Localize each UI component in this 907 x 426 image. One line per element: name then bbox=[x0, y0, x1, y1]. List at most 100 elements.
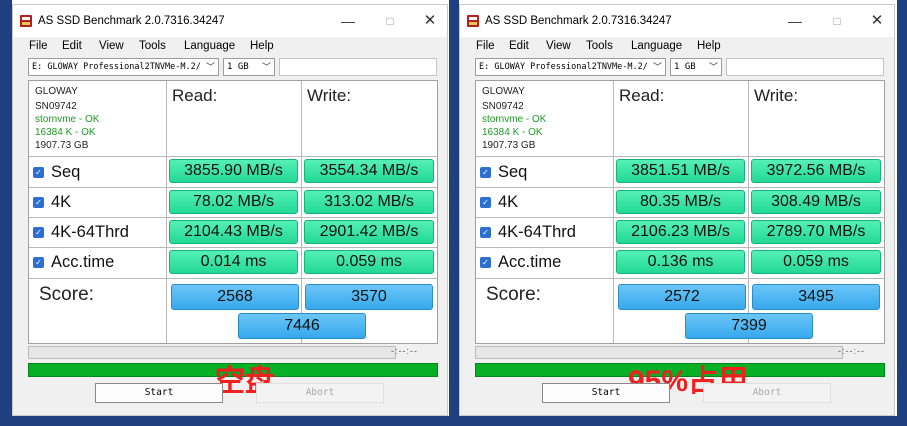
size-select[interactable]: 1 GB ﹀ bbox=[223, 58, 275, 76]
alignment-status: 16384 K - OK bbox=[35, 127, 96, 138]
window-title: AS SSD Benchmark 2.0.7316.34247 bbox=[38, 15, 225, 27]
row-label: Seq bbox=[51, 162, 81, 181]
row-seq[interactable]: ✓ Seq bbox=[480, 162, 527, 182]
checkbox-checked-icon[interactable]: ✓ bbox=[33, 256, 44, 268]
row-label: Acc.time bbox=[51, 252, 115, 271]
benchmark-window-95-percent: AS SSD Benchmark 2.0.7316.34247 — □ ✕ Fi… bbox=[459, 4, 895, 416]
acc-time-read-value: 0.136 ms bbox=[616, 250, 745, 274]
abort-button[interactable]: Abort bbox=[703, 383, 831, 403]
chevron-down-icon: ﹀ bbox=[261, 63, 271, 73]
size-select-value: 1 GB bbox=[227, 62, 249, 72]
size-select[interactable]: 1 GB ﹀ bbox=[670, 58, 722, 76]
drive-select[interactable]: E: GLOWAY Professional2TNVMe-M.2/ ﹀ bbox=[28, 58, 219, 76]
row-divider bbox=[29, 217, 437, 218]
abort-button[interactable]: Abort bbox=[256, 383, 384, 403]
row-divider bbox=[29, 247, 437, 248]
column-divider bbox=[748, 81, 749, 343]
menu-file[interactable]: File bbox=[29, 40, 48, 52]
desktop-strip-right bbox=[897, 0, 907, 426]
row-divider bbox=[476, 156, 884, 157]
chevron-down-icon: ﹀ bbox=[205, 63, 215, 73]
menu-help[interactable]: Help bbox=[250, 40, 274, 52]
menu-edit[interactable]: Edit bbox=[62, 40, 82, 52]
4k-read-value: 80.35 MB/s bbox=[616, 190, 745, 214]
row-acc-time[interactable]: ✓ Acc.time bbox=[33, 252, 114, 272]
column-divider bbox=[301, 81, 302, 343]
app-icon bbox=[467, 15, 479, 27]
start-button[interactable]: Start bbox=[542, 383, 670, 403]
seq-read-value: 3855.90 MB/s bbox=[169, 159, 298, 183]
4k-64thrd-write-value: 2901.42 MB/s bbox=[304, 220, 434, 244]
row-seq[interactable]: ✓ Seq bbox=[33, 162, 80, 182]
row-4k-64thrd[interactable]: ✓ 4K-64Thrd bbox=[480, 222, 576, 242]
row-divider bbox=[476, 187, 884, 188]
row-label: Seq bbox=[498, 162, 528, 181]
size-select-value: 1 GB bbox=[674, 62, 696, 72]
row-4k[interactable]: ✓ 4K bbox=[480, 192, 518, 212]
row-divider bbox=[476, 247, 884, 248]
drive-select[interactable]: E: GLOWAY Professional2TNVMe-M.2/ ﹀ bbox=[475, 58, 666, 76]
driver-status: stornvme - OK bbox=[482, 114, 547, 125]
title-bar[interactable]: AS SSD Benchmark 2.0.7316.34247 — □ ✕ bbox=[13, 5, 447, 37]
column-divider bbox=[166, 81, 167, 343]
checkbox-checked-icon[interactable]: ✓ bbox=[33, 166, 44, 178]
menu-help[interactable]: Help bbox=[697, 40, 721, 52]
checkbox-checked-icon[interactable]: ✓ bbox=[33, 196, 44, 208]
menu-language[interactable]: Language bbox=[631, 40, 682, 52]
start-button[interactable]: Start bbox=[95, 383, 223, 403]
score-write: 3570 bbox=[305, 284, 433, 310]
device-capacity: 1907.73 GB bbox=[35, 140, 89, 151]
column-divider bbox=[613, 81, 614, 343]
checkbox-checked-icon[interactable]: ✓ bbox=[480, 226, 491, 238]
path-field[interactable] bbox=[726, 58, 884, 76]
row-acc-time[interactable]: ✓ Acc.time bbox=[480, 252, 561, 272]
device-firmware: SN09742 bbox=[35, 101, 77, 112]
checkbox-checked-icon[interactable]: ✓ bbox=[480, 166, 491, 178]
row-4k-64thrd[interactable]: ✓ 4K-64Thrd bbox=[33, 222, 129, 242]
4k-64thrd-read-value: 2104.43 MB/s bbox=[169, 220, 298, 244]
results-panel: GLOWAY SN09742 stornvme - OK 16384 K - O… bbox=[475, 80, 885, 344]
write-column-header: Write: bbox=[754, 86, 799, 105]
4k-64thrd-write-value: 2789.70 MB/s bbox=[751, 220, 881, 244]
row-label: Acc.time bbox=[498, 252, 562, 271]
drive-select-value: E: GLOWAY Professional2TNVMe-M.2/ bbox=[479, 62, 648, 72]
menu-edit[interactable]: Edit bbox=[509, 40, 529, 52]
driver-status: stornvme - OK bbox=[35, 114, 100, 125]
menu-file[interactable]: File bbox=[476, 40, 495, 52]
menu-tools[interactable]: Tools bbox=[139, 40, 166, 52]
path-field[interactable] bbox=[279, 58, 437, 76]
chevron-down-icon: ﹀ bbox=[652, 63, 662, 73]
device-model: GLOWAY bbox=[482, 86, 525, 97]
elapsed-time: -:--:-- bbox=[391, 346, 418, 356]
row-label: 4K bbox=[498, 192, 519, 211]
checkbox-checked-icon[interactable]: ✓ bbox=[480, 256, 491, 268]
row-4k[interactable]: ✓ 4K bbox=[33, 192, 71, 212]
score-total: 7446 bbox=[238, 313, 366, 339]
minimize-icon[interactable]: — bbox=[335, 11, 361, 31]
menu-tools[interactable]: Tools bbox=[586, 40, 613, 52]
row-divider bbox=[476, 278, 884, 279]
minimize-icon[interactable]: — bbox=[782, 11, 808, 31]
menu-view[interactable]: View bbox=[546, 40, 571, 52]
acc-time-read-value: 0.014 ms bbox=[169, 250, 298, 274]
maximize-icon[interactable]: □ bbox=[377, 11, 403, 31]
maximize-icon[interactable]: □ bbox=[824, 11, 850, 31]
chevron-down-icon: ﹀ bbox=[708, 63, 718, 73]
results-panel: GLOWAY SN09742 stornvme - OK 16384 K - O… bbox=[28, 80, 438, 344]
menu-view[interactable]: View bbox=[99, 40, 124, 52]
row-divider bbox=[29, 156, 437, 157]
score-write: 3495 bbox=[752, 284, 880, 310]
row-label: 4K-64Thrd bbox=[498, 222, 576, 241]
title-bar[interactable]: AS SSD Benchmark 2.0.7316.34247 — □ ✕ bbox=[460, 5, 894, 37]
score-label: Score: bbox=[39, 284, 94, 305]
close-icon[interactable]: ✕ bbox=[417, 11, 443, 31]
close-icon[interactable]: ✕ bbox=[864, 11, 890, 31]
row-divider bbox=[29, 278, 437, 279]
score-label: Score: bbox=[486, 284, 541, 305]
checkbox-checked-icon[interactable]: ✓ bbox=[33, 226, 44, 238]
checkbox-checked-icon[interactable]: ✓ bbox=[480, 196, 491, 208]
device-firmware: SN09742 bbox=[482, 101, 524, 112]
score-read: 2572 bbox=[618, 284, 746, 310]
menu-language[interactable]: Language bbox=[184, 40, 235, 52]
progress-bar bbox=[28, 346, 396, 359]
